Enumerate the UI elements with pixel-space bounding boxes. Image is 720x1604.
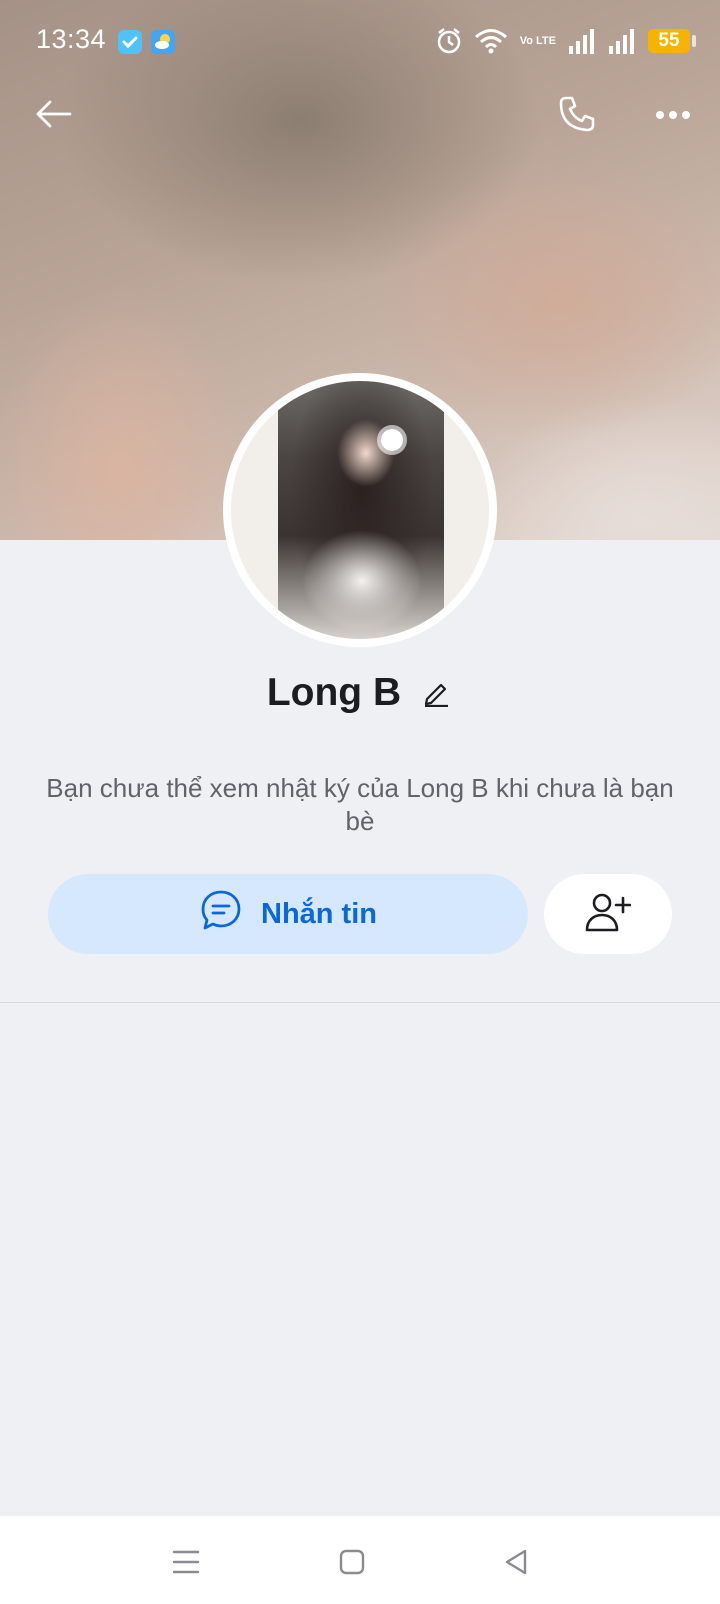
alarm-icon (436, 27, 462, 55)
signal-icon (568, 28, 596, 54)
weather-app-icon (151, 30, 175, 54)
more-button[interactable] (647, 90, 699, 142)
check-app-icon (118, 30, 142, 54)
back-button[interactable] (28, 90, 80, 142)
name-row: Long B (0, 658, 720, 728)
status-bar: 13:34 Vo LTE 55 (0, 0, 720, 84)
chat-bubble-icon (199, 888, 243, 940)
back-icon[interactable] (498, 1544, 534, 1580)
flower-icon (381, 429, 403, 451)
arrow-left-icon (34, 98, 74, 135)
edit-name-button[interactable] (419, 677, 453, 711)
section-divider (0, 1002, 720, 1003)
status-time: 13:34 (36, 24, 107, 54)
menu-icon[interactable] (168, 1544, 204, 1580)
message-button-label: Nhắn tin (261, 897, 377, 930)
avatar-photo (278, 381, 444, 639)
pencil-icon (421, 677, 451, 712)
battery-icon: 55 (648, 29, 696, 53)
call-button[interactable] (551, 90, 603, 142)
avatar[interactable] (223, 373, 497, 647)
add-friend-button[interactable] (544, 874, 672, 954)
home-icon[interactable] (334, 1544, 370, 1580)
phone-icon (557, 94, 597, 139)
wifi-icon (474, 28, 508, 54)
network-type: Vo LTE (519, 34, 556, 47)
message-button[interactable]: Nhắn tin (48, 874, 528, 954)
avatar-image (231, 381, 489, 639)
signal-icon (608, 28, 636, 54)
system-navigation-bar (0, 1516, 720, 1604)
battery-level: 55 (658, 30, 680, 51)
privacy-notice: Bạn chưa thể xem nhật ký của Long B khi … (46, 773, 674, 836)
status-indicators: Vo LTE 55 (436, 26, 696, 56)
profile-name: Long B (266, 671, 402, 714)
more-horizontal-icon (655, 107, 691, 125)
add-user-icon (585, 892, 632, 937)
